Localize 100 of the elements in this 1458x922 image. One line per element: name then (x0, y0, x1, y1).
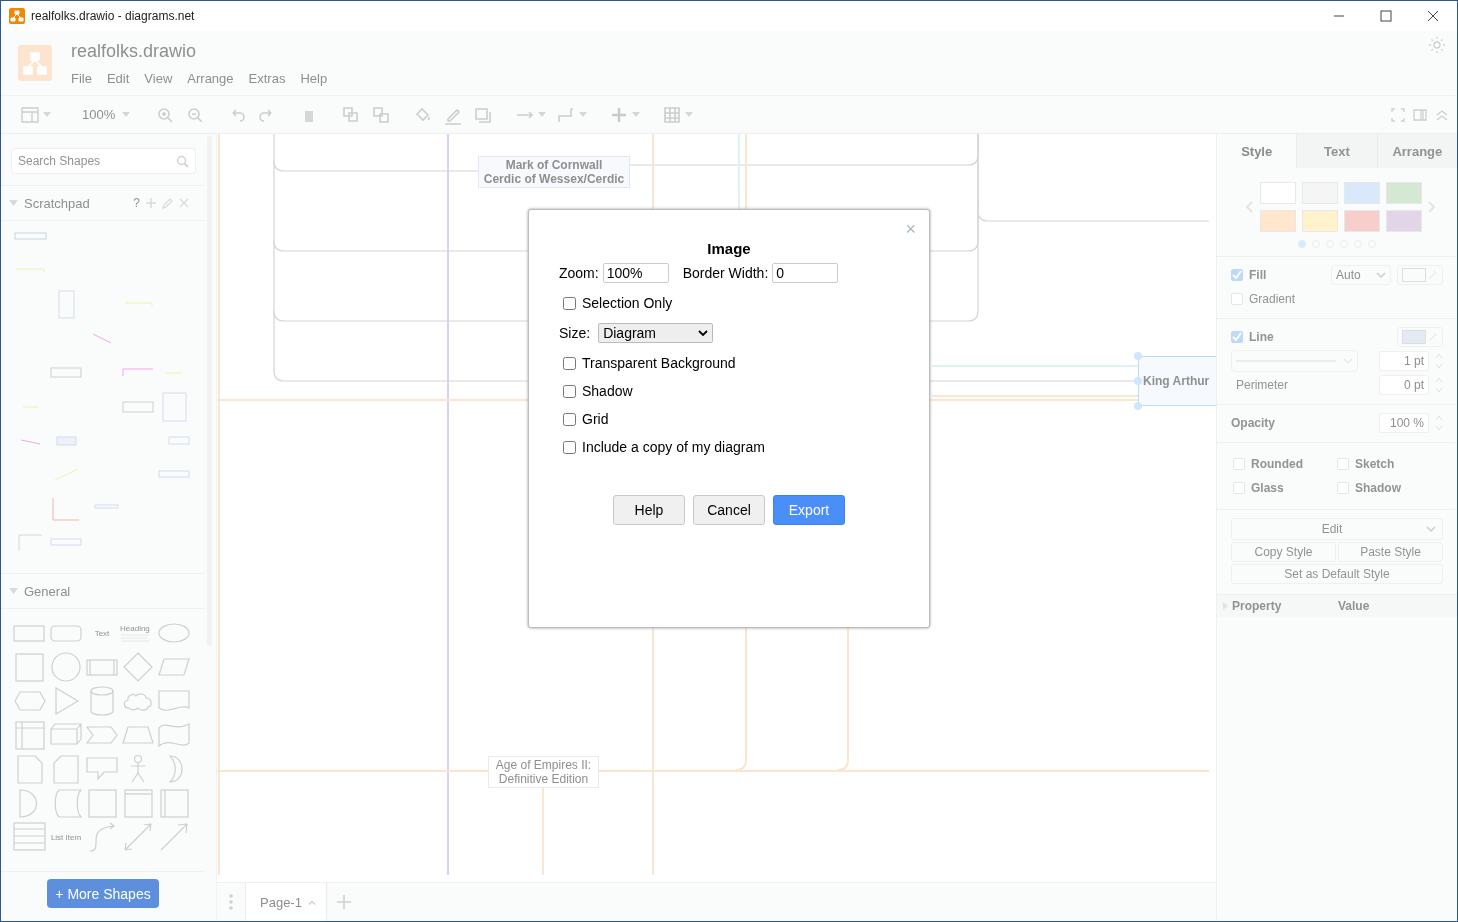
option-label: Sketch (1355, 457, 1395, 471)
eyedropper-icon (1428, 332, 1438, 342)
paste-style-button[interactable]: Paste Style (1338, 542, 1443, 562)
fullscreen-icon[interactable] (1391, 107, 1405, 122)
internal-storage-icon[interactable] (12, 719, 48, 751)
spinner-icon[interactable] (1435, 414, 1443, 432)
style-swatch[interactable] (1385, 182, 1422, 204)
plus-icon[interactable] (146, 198, 156, 208)
checkbox[interactable] (563, 384, 576, 398)
close-button[interactable]: × (905, 219, 916, 240)
menu-item[interactable]: Arrange (187, 71, 234, 86)
checkbox[interactable] (1231, 331, 1243, 343)
close-icon[interactable] (1427, 10, 1439, 22)
circle-icon[interactable] (48, 651, 84, 683)
pencil-icon[interactable] (162, 197, 173, 209)
export-button[interactable]: Export (773, 495, 845, 525)
caret-icon (685, 112, 694, 117)
maximize-icon[interactable] (1380, 10, 1392, 22)
search-icon[interactable] (176, 155, 189, 168)
list-item-shape[interactable]: List Item (48, 821, 84, 853)
checkbox[interactable] (1231, 293, 1243, 305)
line-color-button[interactable] (1397, 327, 1443, 347)
caret-icon (579, 112, 588, 117)
section-title[interactable]: General (24, 583, 71, 599)
fill-select[interactable]: Auto (1331, 265, 1391, 285)
table-icon (662, 104, 683, 125)
selection-handle[interactable] (1134, 402, 1142, 410)
panel-tab[interactable]: Arrange (1376, 134, 1457, 168)
style-swatch[interactable] (1385, 210, 1422, 232)
input-field[interactable]: 100% (602, 263, 669, 283)
option-label: Glass (1251, 481, 1284, 495)
option-label: Shadow (1355, 481, 1401, 495)
page-tab[interactable]: Page-1 (245, 883, 327, 921)
checkbox[interactable] (1233, 482, 1245, 494)
checkbox-label: Grid (582, 411, 609, 427)
menu-item[interactable]: Help (300, 71, 328, 86)
copy-style-button[interactable]: Copy Style (1231, 542, 1336, 562)
edit-select[interactable]: Edit (1231, 518, 1443, 540)
column-header: Value (1338, 599, 1371, 613)
checkbox[interactable] (1233, 458, 1245, 470)
checkbox[interactable] (1337, 458, 1349, 470)
next-icon[interactable] (1428, 201, 1435, 213)
checkbox[interactable] (563, 440, 576, 454)
more-shapes-button[interactable]: + More Shapes (47, 879, 159, 908)
checkbox-label: Transparent Background (582, 355, 736, 371)
menu-item[interactable]: View (144, 71, 173, 86)
caret-icon (43, 112, 51, 117)
panel-icon[interactable] (1413, 107, 1427, 122)
opacity-label: Opacity (1231, 416, 1275, 430)
checkbox[interactable] (563, 412, 576, 426)
menu-item[interactable]: Extras (248, 71, 286, 86)
diagram-node[interactable]: Age of Empires II: Definitive Edition (488, 756, 599, 788)
to-back-icon (371, 104, 392, 125)
style-swatch[interactable] (1343, 182, 1380, 204)
diagram-node[interactable]: Mark of Cornwall Cerdic of Wessex/Cerdic (478, 156, 630, 188)
app-logo (18, 45, 52, 81)
input-field[interactable]: 0 (772, 263, 839, 283)
line-width-field[interactable]: 1 pt (1379, 351, 1429, 371)
size-select[interactable]: Diagram (598, 323, 714, 343)
default-style-button[interactable]: Set as Default Style (1231, 564, 1443, 584)
list-icon[interactable] (12, 821, 48, 853)
perimeter-field[interactable]: 0 pt (1379, 375, 1429, 395)
spinner-icon[interactable] (1435, 352, 1443, 370)
dialog-button[interactable]: Help (613, 495, 685, 525)
checkbox[interactable] (1337, 482, 1349, 494)
style-swatch[interactable] (1343, 210, 1380, 232)
checkbox[interactable] (1231, 269, 1243, 281)
app-icon (9, 8, 25, 24)
dialog-title: Image (707, 240, 751, 257)
perimeter-label: Perimeter (1236, 378, 1288, 392)
page-dot[interactable] (1298, 240, 1306, 248)
expand-caret-icon[interactable] (9, 588, 18, 594)
selection-handle[interactable] (1134, 377, 1142, 385)
style-swatch[interactable] (1301, 210, 1338, 232)
more-options-icon[interactable] (229, 894, 233, 910)
search-field[interactable]: Search Shapes (11, 148, 196, 174)
eyedropper-icon (1428, 270, 1438, 280)
checkbox-label: Shadow (582, 383, 633, 399)
section-title[interactable]: Scratchpad (24, 195, 90, 211)
layout-icon (20, 104, 40, 125)
fill-color-button[interactable] (1397, 265, 1443, 285)
checkbox-label: Include a copy of my diagram (582, 439, 765, 455)
panel-tab[interactable]: Text (1296, 134, 1377, 168)
selection-handle[interactable] (1134, 352, 1142, 360)
zoom-button[interactable]: 100% (68, 101, 139, 128)
theme-icon[interactable] (1429, 37, 1445, 53)
text-shape[interactable]: Text (84, 617, 120, 649)
menu-item[interactable]: Edit (106, 71, 130, 86)
file-name[interactable]: realfolks.drawio (71, 41, 328, 62)
checkbox[interactable] (563, 356, 576, 370)
opacity-field[interactable]: 100 % (1379, 413, 1429, 433)
previous-icon[interactable] (1246, 201, 1253, 213)
checkbox[interactable] (563, 296, 576, 310)
style-swatch[interactable] (1259, 210, 1296, 232)
spinner-icon[interactable] (1435, 376, 1443, 394)
dialog-button[interactable]: Cancel (693, 495, 765, 525)
add-page-icon[interactable] (336, 895, 351, 909)
help-link[interactable]: ? (133, 196, 140, 210)
expand-caret-icon[interactable] (9, 200, 18, 206)
menu-item[interactable]: File (71, 71, 92, 86)
